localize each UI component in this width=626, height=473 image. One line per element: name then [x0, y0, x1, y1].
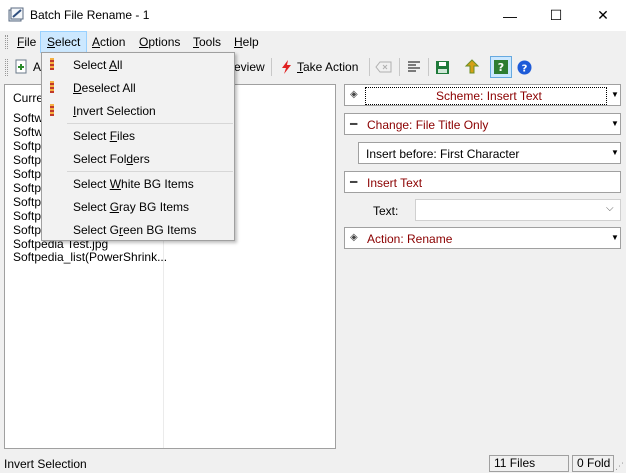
diamond-icon: ◈ — [350, 232, 358, 243]
collapse-icon[interactable]: ━ — [350, 175, 357, 189]
list-item[interactable]: Softp — [13, 139, 41, 153]
menu-select[interactable]: Select — [40, 31, 88, 53]
list-item[interactable]: Softpedia_list(PowerShrink... — [13, 250, 167, 264]
upload-icon[interactable] — [463, 58, 481, 76]
close-button[interactable]: ✕ — [580, 0, 626, 31]
grid-icon — [50, 81, 54, 93]
text-field-label: Text: — [373, 204, 399, 218]
menu-item-select-all[interactable]: Select All — [73, 58, 122, 72]
chevron-down-icon[interactable]: ▼ — [611, 90, 619, 99]
list-item[interactable]: Softw — [13, 111, 43, 125]
menu-file[interactable]: File — [11, 31, 42, 53]
menu-grip — [5, 35, 8, 49]
scheme-label: Scheme: Insert Text — [436, 89, 542, 103]
menu-separator — [67, 123, 233, 124]
svg-text:?: ? — [521, 63, 527, 74]
insert-text-label: Insert Text — [367, 176, 423, 190]
list-item[interactable]: Softp — [13, 153, 41, 167]
list-item[interactable]: Softp — [13, 223, 41, 237]
toolbar-grip — [5, 59, 8, 76]
menu-action[interactable]: Action — [86, 31, 131, 53]
change-label: Change: File Title Only — [367, 118, 489, 132]
list-item[interactable]: Softp — [13, 209, 41, 223]
chevron-down-icon[interactable]: ▼ — [611, 233, 619, 242]
clear-icon[interactable] — [375, 58, 393, 76]
menu-item-select-folders[interactable]: Select Folders — [73, 152, 150, 166]
toolbar-separator — [399, 58, 400, 76]
grid-icon — [50, 104, 54, 116]
window-title: Batch File Rename - 1 — [30, 8, 150, 22]
list-item[interactable]: Softp — [13, 181, 41, 195]
menu-item-select-green-bg[interactable]: Select Green BG Items — [73, 223, 196, 237]
menu-item-select-white-bg[interactable]: Select White BG Items — [73, 177, 194, 191]
preview-button-label[interactable]: eview — [234, 60, 265, 74]
chevron-down-icon[interactable]: ▼ — [611, 148, 619, 157]
action-label: Action: Rename — [367, 232, 453, 246]
menu-options[interactable]: Options — [133, 31, 186, 53]
toolbar-separator — [271, 58, 272, 76]
status-folders-count: 0 Fold — [572, 455, 614, 472]
menu-separator — [67, 171, 233, 172]
add-files-icon[interactable] — [13, 58, 31, 76]
menu-item-invert-selection[interactable]: Invert Selection — [73, 104, 156, 118]
resize-grip[interactable]: ⋰ — [615, 461, 624, 472]
diamond-icon: ◈ — [350, 89, 358, 100]
menu-item-select-gray-bg[interactable]: Select Gray BG Items — [73, 200, 189, 214]
help-context-icon[interactable]: ? — [490, 56, 512, 78]
grid-icon — [50, 58, 54, 70]
minimize-button[interactable]: — — [487, 0, 533, 31]
take-action-icon[interactable] — [277, 58, 295, 76]
maximize-button[interactable]: ☐ — [533, 0, 579, 31]
insert-position-value: Insert before: First Character — [366, 147, 520, 161]
menu-help[interactable]: Help — [228, 31, 265, 53]
menu-item-deselect-all[interactable]: Deselect All — [73, 81, 136, 95]
status-message: Invert Selection — [4, 457, 87, 471]
align-icon[interactable] — [405, 58, 423, 76]
collapse-icon[interactable]: ━ — [350, 117, 357, 131]
list-item[interactable]: Softw — [13, 125, 43, 139]
column-header-current[interactable]: Curre — [13, 91, 43, 105]
list-item[interactable]: Softp — [13, 195, 41, 209]
text-input[interactable] — [415, 199, 621, 221]
list-item[interactable]: Softp — [13, 167, 41, 181]
take-action-button[interactable]: Take Action — [297, 60, 358, 74]
toolbar-separator — [428, 58, 429, 76]
menu-tools[interactable]: Tools — [187, 31, 227, 53]
add-button-label[interactable]: A — [33, 60, 41, 74]
status-files-count: 11 Files — [489, 455, 569, 472]
app-icon — [8, 7, 24, 23]
help-icon[interactable]: ? — [515, 58, 533, 76]
svg-text:?: ? — [498, 61, 504, 74]
menu-item-select-files[interactable]: Select Files — [73, 129, 135, 143]
save-icon[interactable] — [433, 58, 451, 76]
chevron-down-icon[interactable]: ⌵ — [606, 203, 614, 214]
chevron-down-icon[interactable]: ▼ — [611, 119, 619, 128]
toolbar-separator — [369, 58, 370, 76]
